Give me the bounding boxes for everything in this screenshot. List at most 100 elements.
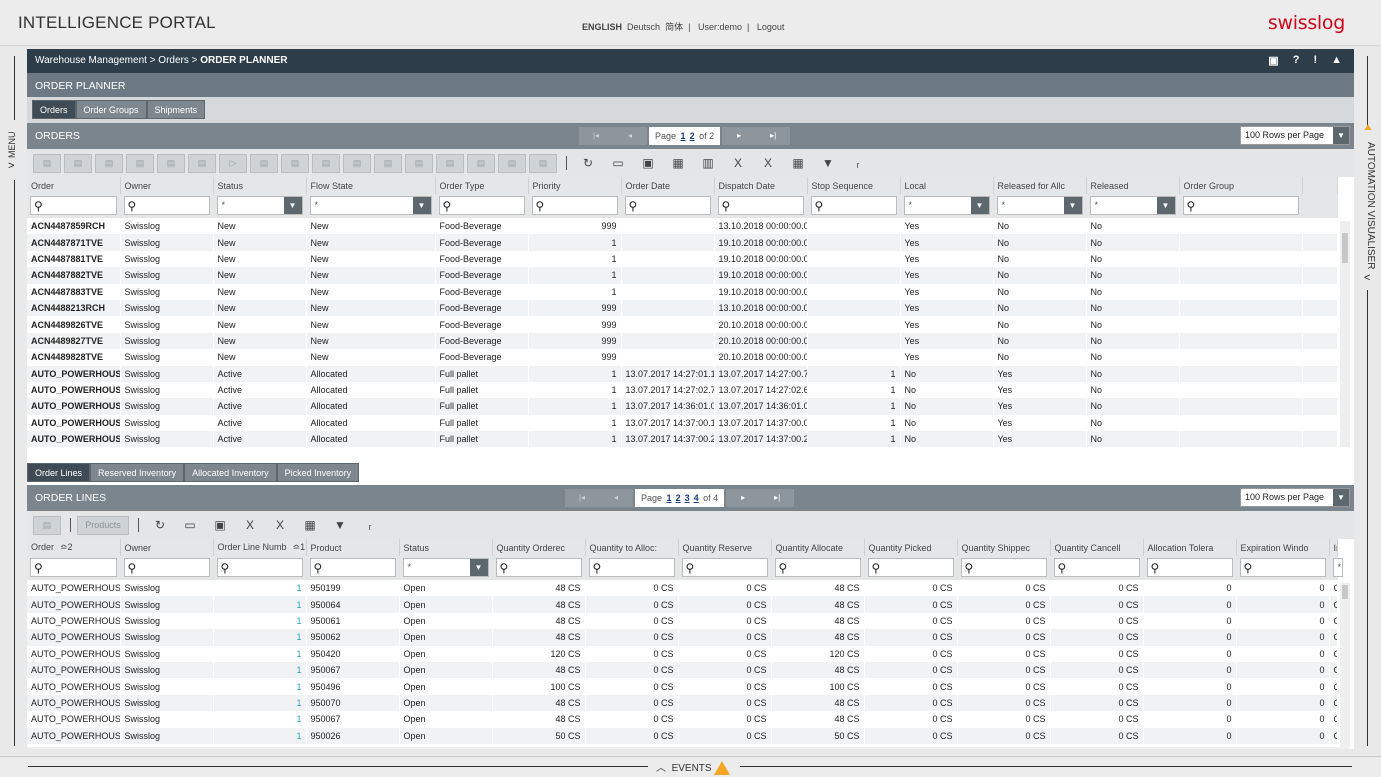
order-link[interactable]: ACN4487859RCH (27, 218, 120, 234)
column-header[interactable]: Allocation Tolera (1143, 539, 1237, 556)
table-row[interactable]: AUTO_POWERHOUSI Swisslog Active Allocated Fu… (27, 431, 1337, 448)
table-row[interactable]: ACN4487881TVE Swisslog New New Food-Beverage… (27, 251, 1337, 267)
column-header[interactable]: Local (900, 177, 994, 194)
page-link[interactable]: 4 (694, 493, 699, 503)
prev-page-button[interactable]: ◂ (599, 488, 633, 507)
order-link[interactable]: AUTO_POWERHOUSI (27, 398, 120, 415)
filter-input[interactable]: ⚲ (438, 196, 525, 215)
table-row[interactable]: AUTO_POWERHOUSE Swisslog 1 950061 Open 48 CS 0… (27, 613, 1337, 629)
sort-icon[interactable]: ≏1 (293, 542, 305, 552)
tool-button[interactable]: ▤ (343, 153, 371, 173)
last-page-button[interactable]: ▸| (756, 126, 791, 145)
column-header[interactable]: Order Group (1179, 177, 1303, 194)
filter-icon[interactable]: ▼ (816, 154, 840, 173)
alert-icon[interactable]: ! (1313, 54, 1317, 67)
table-row[interactable]: AUTO_POWERHOUSE Swisslog 1 950064 Open 48 CS 0… (27, 596, 1337, 613)
table-cell[interactable]: 1 (213, 711, 306, 727)
table-cell[interactable]: 1 (213, 629, 306, 646)
help-icon[interactable]: ? (1293, 54, 1300, 67)
filter-input[interactable]: ⚲ (123, 196, 210, 215)
filter-input[interactable]: ⚲ (531, 196, 618, 215)
tool-button[interactable]: ▤ (157, 153, 185, 173)
clipboard-icon[interactable]: ▣ (208, 516, 232, 535)
tool-button[interactable]: ▤ (250, 153, 278, 173)
table-row[interactable]: ACN4487871TVE Swisslog New New Food-Beverage… (27, 234, 1337, 251)
tool-button[interactable]: ▤ (95, 153, 123, 173)
table-row[interactable]: AUTO_POWERHOUSI Swisslog Active Allocated Fu… (27, 382, 1337, 398)
filter-icon[interactable]: ▼ (328, 516, 352, 535)
import-excel-icon[interactable]: X (756, 154, 780, 173)
tab-order-groups[interactable]: Order Groups (75, 100, 147, 119)
column-header[interactable]: Order (27, 177, 121, 194)
column-header[interactable]: Order ≏2 (27, 539, 121, 556)
first-page-button[interactable]: |◂ (579, 126, 613, 145)
table-row[interactable]: AUTO_POWERHOUSE Swisslog 1 950067 Open 48 CS 0… (27, 661, 1337, 679)
breadcrumb-path[interactable]: Warehouse Management > Orders > (35, 55, 200, 66)
order-link[interactable]: ACN4489826TVE (27, 316, 120, 332)
view-icon[interactable]: ▭ (606, 154, 630, 173)
order-link[interactable]: AUTO_POWERHOUSI (27, 382, 120, 398)
filter-input[interactable]: ⚲ (717, 196, 804, 215)
filter-input[interactable]: ⚲ (30, 558, 117, 577)
table-cell[interactable]: 1 (213, 596, 306, 613)
column-header[interactable]: Stop Sequence (807, 177, 901, 194)
page-link[interactable]: 2 (690, 131, 695, 141)
add-row-icon[interactable]: ▦ (666, 154, 690, 173)
table-row[interactable]: ACN4487859RCH Swisslog New New Food-Beverage… (27, 218, 1337, 234)
rows-per-page-select[interactable]: 100 Rows per Page ▼ (1240, 488, 1350, 507)
order-lines-hscrollbar[interactable] (27, 747, 1349, 749)
export-excel-icon[interactable]: X (238, 516, 262, 535)
events-toggle[interactable]: ︿ EVENTS (648, 759, 739, 776)
prev-page-button[interactable]: ◂ (613, 126, 647, 145)
column-header[interactable]: Dispatch Date (714, 177, 808, 194)
column-header[interactable]: Quantity Shippec (957, 539, 1051, 556)
monitor-icon[interactable]: ▣ (1268, 54, 1278, 67)
refresh-icon[interactable]: ↻ (576, 154, 600, 173)
export-excel-icon[interactable]: X (726, 154, 750, 173)
menu-toggle[interactable]: MENU > (3, 120, 21, 180)
table-row[interactable]: ACN4489828TVE Swisslog New New Food-Beverage… (27, 349, 1337, 365)
column-header[interactable]: Quantity Allocate (771, 539, 865, 556)
filter-input[interactable]: ⚲ (495, 558, 582, 577)
table-row[interactable]: ACN4487882TVE Swisslog New New Food-Beverage… (27, 267, 1337, 284)
tab-order-lines[interactable]: Order Lines (27, 463, 91, 482)
lang-chinese[interactable]: 简体 (665, 22, 683, 32)
table-cell[interactable]: 1 (213, 580, 306, 596)
tool-button[interactable]: ▤ (467, 153, 495, 173)
page-link[interactable]: 1 (681, 131, 686, 141)
filter-select[interactable]: * ▼ (309, 196, 432, 215)
tool-button[interactable]: ▤ (33, 153, 61, 173)
table-row[interactable]: AUTO_POWERHOUSE Swisslog 1 950026 Open 50 CS 0… (27, 727, 1337, 744)
tab-allocated-inventory[interactable]: Allocated Inventory (184, 463, 277, 482)
tool-button[interactable]: ▤ (374, 153, 402, 173)
page-link[interactable]: 3 (685, 493, 690, 503)
logout-link[interactable]: Logout (757, 22, 785, 32)
filter-input[interactable]: * (1332, 558, 1343, 577)
tool-button[interactable]: ▤ (498, 153, 526, 173)
column-header[interactable]: Order Line Numb ≏1 (213, 539, 307, 556)
page-link[interactable]: 1 (667, 493, 672, 503)
column-header[interactable]: Quantity Cancell (1050, 539, 1144, 556)
order-link[interactable]: AUTO_POWERHOUSI (27, 415, 120, 431)
column-header[interactable]: Quantity Orderec (492, 539, 586, 556)
filter-select[interactable]: * ▼ (996, 196, 1083, 215)
table-cell[interactable]: 1 (213, 678, 306, 694)
clipboard-icon[interactable]: ▣ (636, 154, 660, 173)
filter-input[interactable]: ⚲ (960, 558, 1047, 577)
order-link[interactable]: ACN4487883TVE (27, 284, 120, 300)
table-row[interactable]: AUTO_POWERHOUSE Swisslog 1 950067 Open 48 CS 0… (27, 711, 1337, 727)
order-link[interactable]: AUTO_POWERHOUSI (27, 365, 120, 382)
table-cell[interactable]: 1 (213, 646, 306, 662)
filter-input[interactable]: ⚲ (123, 558, 210, 577)
column-header[interactable]: Expiration Windo (1236, 539, 1330, 556)
column-header[interactable]: Owner (120, 539, 214, 556)
filter-input[interactable]: ⚲ (681, 558, 768, 577)
column-header[interactable]: Quantity Picked (864, 539, 958, 556)
order-link[interactable]: ACN4489828TVE (27, 349, 120, 365)
order-link[interactable]: ACN4487871TVE (27, 234, 120, 251)
edit-columns-icon[interactable]: ▦ (786, 154, 810, 173)
column-header[interactable]: Status (399, 539, 493, 556)
column-header[interactable]: Released for Allc (993, 177, 1087, 194)
column-header[interactable]: Flow State (306, 177, 436, 194)
filter-input[interactable]: ⚲ (588, 558, 675, 577)
